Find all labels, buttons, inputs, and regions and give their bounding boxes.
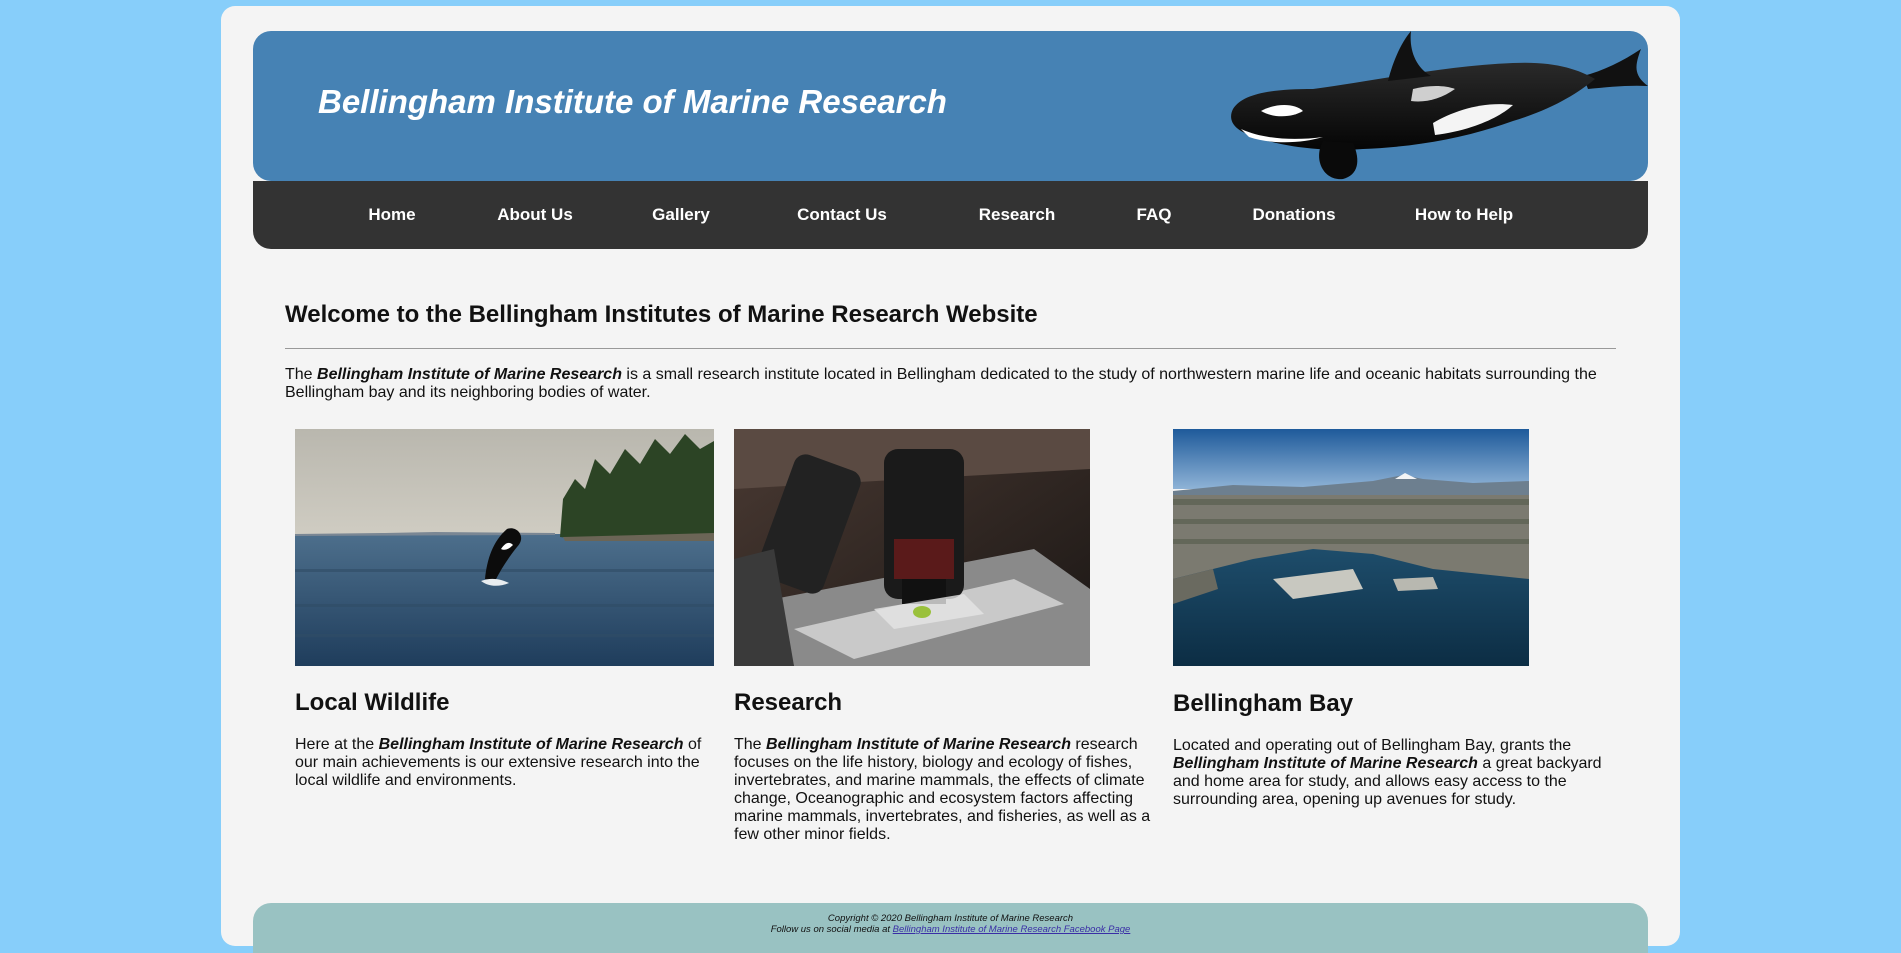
institute-name: Bellingham Institute of Marine Research (317, 366, 622, 383)
social-prefix: Follow us on social media at (770, 924, 893, 935)
orca-icon (1231, 31, 1648, 180)
site-title: Bellingham Institute of Marine Research (318, 83, 947, 120)
divider (285, 348, 1616, 349)
nav-home[interactable]: Home (368, 181, 415, 249)
bellingham-bay-aerial-photo (1173, 429, 1529, 666)
research-text: The Bellingham Institute of Marine Resea… (734, 736, 1154, 844)
intro-prefix: The (285, 366, 318, 383)
copyright-text: Copyright © 2020 Bellingham Institute of… (827, 913, 1074, 924)
social-line: Follow us on social media at Bellingham … (253, 924, 1648, 935)
facebook-link[interactable]: Bellingham Institute of Marine Research … (893, 924, 1131, 935)
page-container: Bellingham Institute of Marine Research (221, 6, 1680, 953)
research-title: Research (734, 689, 843, 716)
site-footer: Copyright © 2020 Bellingham Institute of… (253, 903, 1648, 953)
nav-donations[interactable]: Donations (1252, 181, 1335, 249)
research-text-prefix: The (734, 736, 767, 753)
local-wildlife-text-prefix: Here at the (295, 736, 379, 753)
local-wildlife-text: Here at the Bellingham Institute of Mari… (295, 736, 715, 790)
site-header: Bellingham Institute of Marine Research (253, 31, 1648, 181)
institute-name: Bellingham Institute of Marine Research (1173, 755, 1478, 772)
nav-faq[interactable]: FAQ (1137, 181, 1172, 249)
main-nav: Home About Us Gallery Contact Us Researc… (253, 181, 1648, 249)
orca-breaching-photo (295, 429, 714, 666)
institute-name: Bellingham Institute of Marine Research (766, 736, 1071, 753)
intro-text: The Bellingham Institute of Marine Resea… (285, 366, 1625, 402)
nav-contact-us[interactable]: Contact Us (797, 181, 887, 249)
nav-about-us[interactable]: About Us (497, 181, 573, 249)
nav-research[interactable]: Research (979, 181, 1056, 249)
bellingham-bay-title: Bellingham Bay (1173, 690, 1354, 717)
microscope-photo (734, 429, 1090, 666)
institute-name: Bellingham Institute of Marine Research (378, 736, 684, 753)
bellingham-bay-text: Located and operating out of Bellingham … (1173, 737, 1603, 809)
nav-gallery[interactable]: Gallery (652, 181, 710, 249)
local-wildlife-title: Local Wildlife (295, 689, 450, 716)
welcome-heading: Welcome to the Bellingham Institutes of … (285, 301, 1038, 328)
nav-how-to-help[interactable]: How to Help (1415, 181, 1513, 249)
bellingham-bay-text-prefix: Located and operating out of Bellingham … (1173, 737, 1572, 754)
